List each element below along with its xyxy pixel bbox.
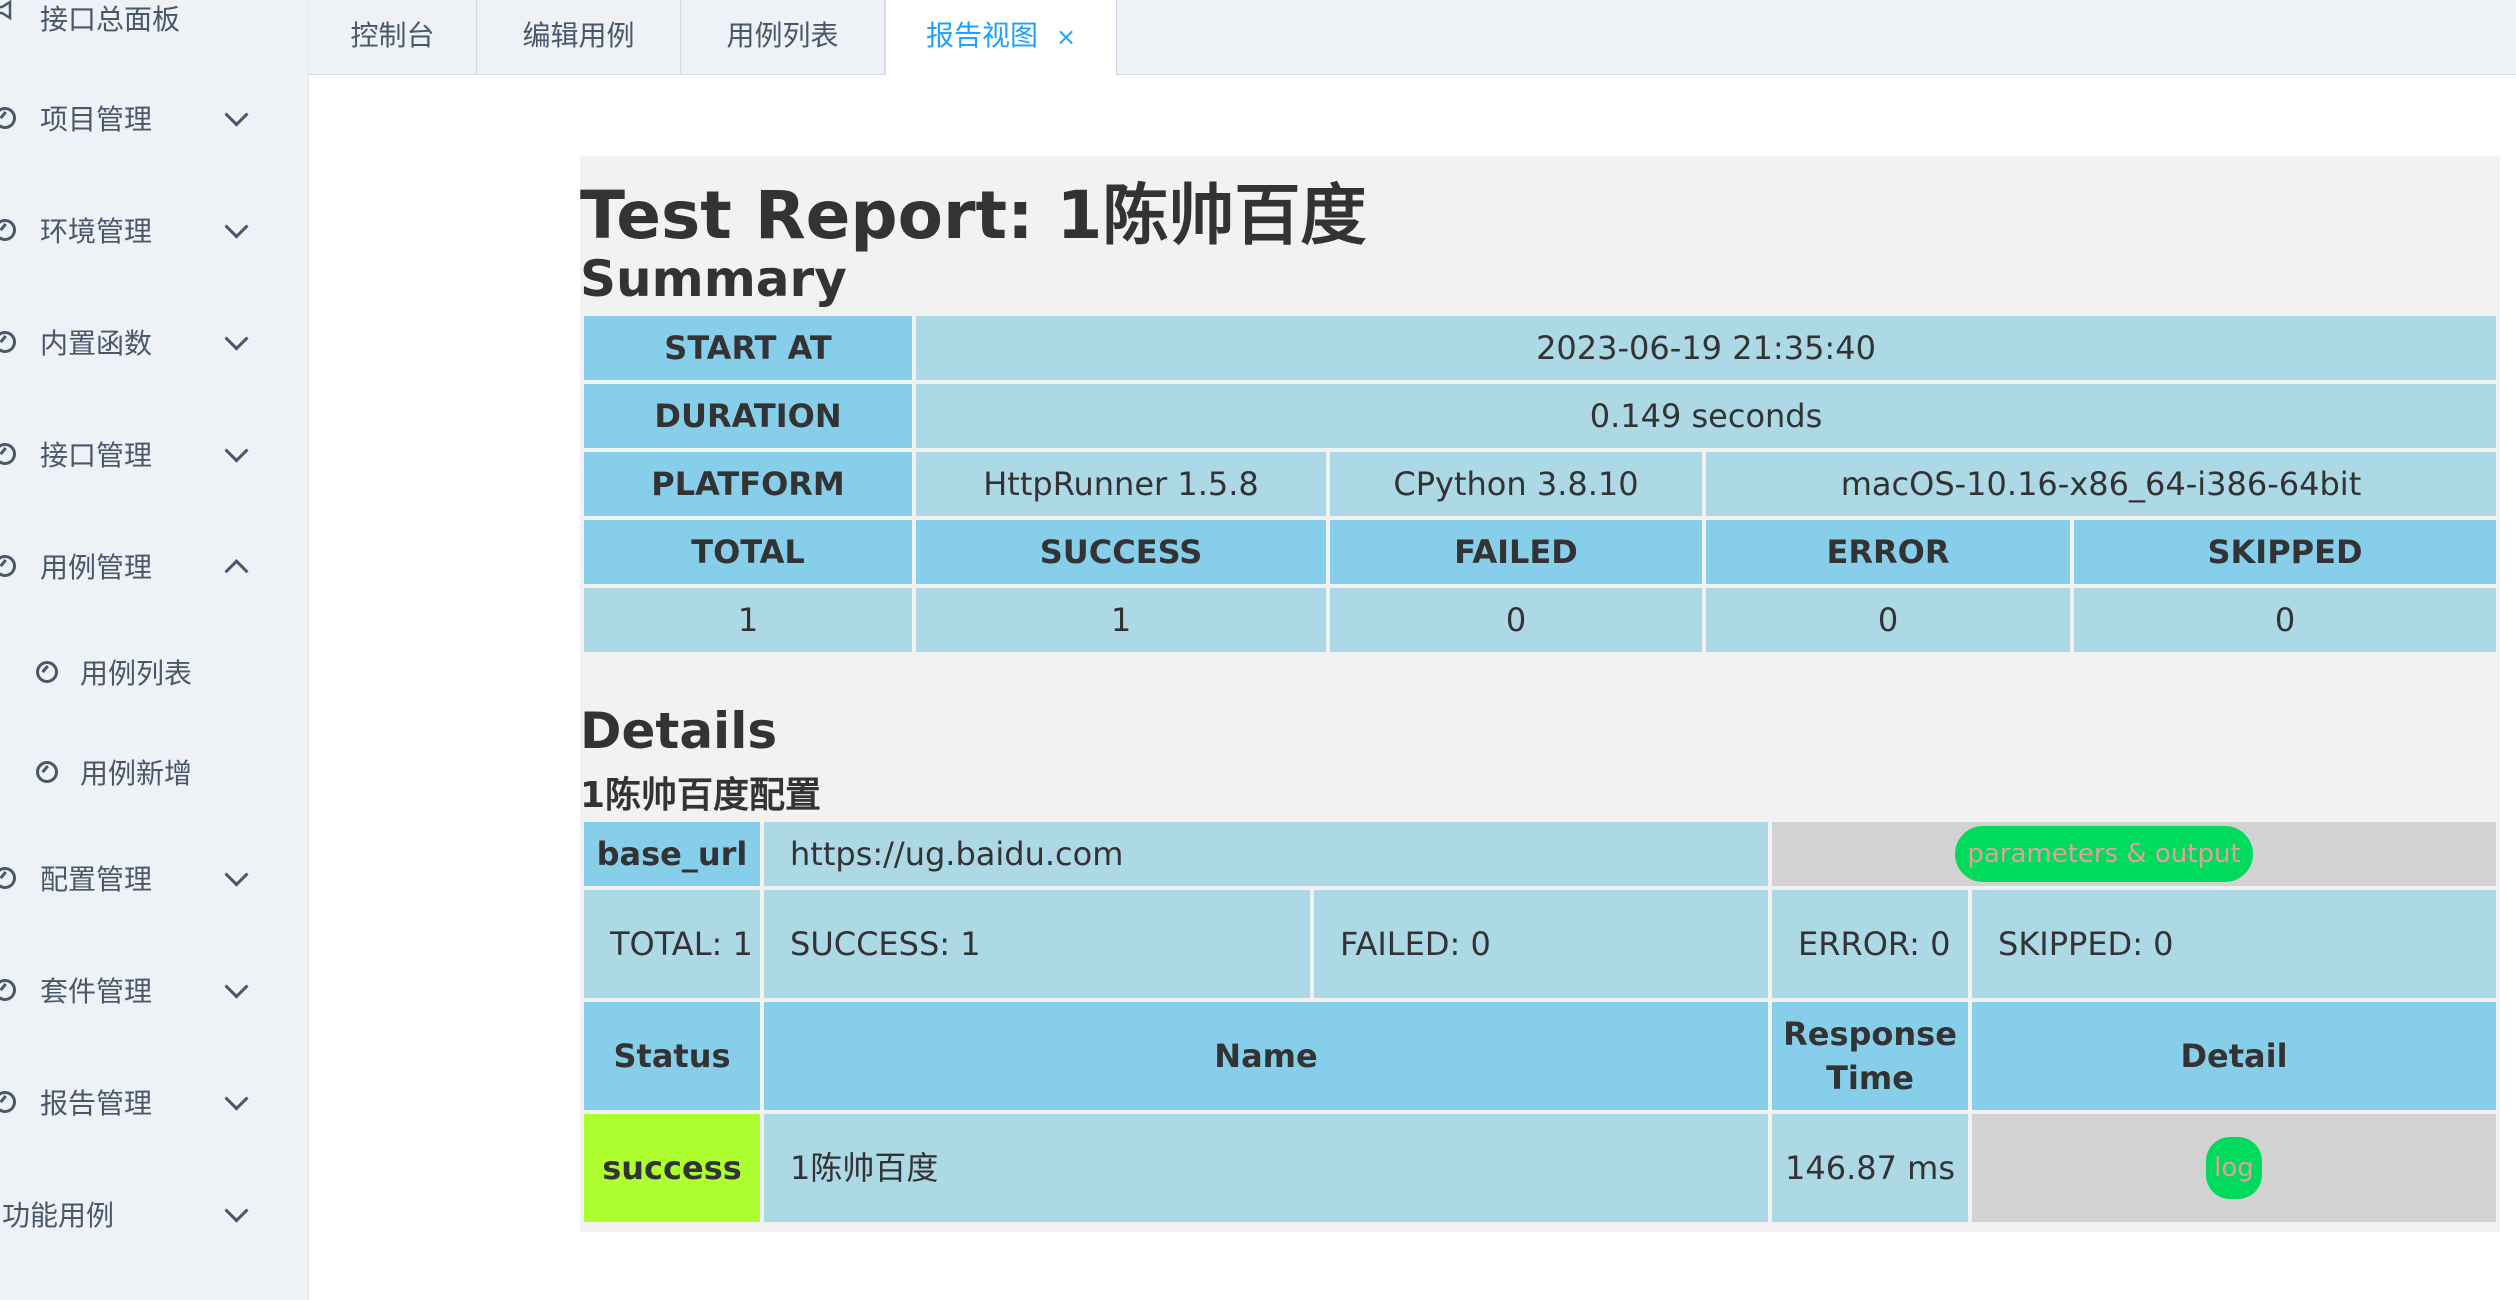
- compass-icon: [0, 867, 16, 889]
- tab-report-view[interactable]: 报告视图 ×: [885, 0, 1117, 76]
- platform-runner: HttpRunner 1.5.8: [916, 452, 1326, 516]
- sidebar-item-label: 功能用例: [2, 1199, 115, 1232]
- chevron-down-icon: [224, 974, 249, 999]
- sidebar-item-label: 用例列表: [80, 657, 193, 690]
- success-header: SUCCESS: [916, 520, 1326, 584]
- report-panel: Test Report: 1陈帅百度 Summary START AT 2023…: [580, 156, 2500, 1232]
- base-url-value: https://ug.baidu.com: [764, 822, 1768, 886]
- error-header: ERROR: [1706, 520, 2070, 584]
- detail-total: TOTAL: 1: [584, 890, 760, 998]
- chevron-down-icon: [224, 102, 249, 127]
- tab-label: 报告视图: [925, 19, 1038, 52]
- tab-label: 编辑用例: [522, 19, 635, 52]
- error-value: 0: [1706, 588, 2070, 652]
- tab-bar: 控制台 编辑用例 用例列表 报告视图 ×: [309, 0, 2516, 76]
- sidebar-item-api[interactable]: 接口管理: [0, 398, 308, 510]
- summary-heading: Summary: [580, 250, 847, 308]
- chevron-down-icon: [224, 862, 249, 887]
- sidebar-item-project[interactable]: 项目管理: [0, 62, 308, 174]
- chevron-down-icon: [224, 1086, 249, 1111]
- platform-python: CPython 3.8.10: [1330, 452, 1702, 516]
- platform-label: PLATFORM: [584, 452, 912, 516]
- params-cell: parameters & output: [1772, 822, 2496, 886]
- start-at-value: 2023-06-19 21:35:40: [916, 316, 2496, 380]
- compass-icon: [0, 443, 16, 465]
- response-time-value: 146.87 ms: [1772, 1114, 1968, 1222]
- total-value: 1: [584, 588, 912, 652]
- compass-icon: [0, 107, 16, 129]
- sidebar-item-label: 用例管理: [40, 551, 153, 584]
- close-icon[interactable]: ×: [1056, 23, 1076, 51]
- total-header: TOTAL: [584, 520, 912, 584]
- detail-column-header: Detail: [1972, 1002, 2496, 1110]
- sidebar-item-label: 项目管理: [40, 103, 153, 136]
- sidebar-item-label: 套件管理: [40, 975, 153, 1008]
- chevron-down-icon: [224, 326, 249, 351]
- sidebar-item-builtin-functions[interactable]: 内置函数: [0, 286, 308, 398]
- compass-icon: [0, 1091, 16, 1113]
- report-title: Test Report: 1陈帅百度: [580, 177, 1367, 254]
- tab-testcase-list[interactable]: 用例列表: [681, 0, 885, 74]
- megaphone-icon: [0, 0, 12, 20]
- sidebar-item-suite[interactable]: 套件管理: [0, 934, 308, 1046]
- success-value: 1: [916, 588, 1326, 652]
- sidebar-item-label: 环境管理: [40, 215, 153, 248]
- compass-icon: [0, 555, 16, 577]
- name-column-header: Name: [764, 1002, 1768, 1110]
- detail-success: SUCCESS: 1: [764, 890, 1310, 998]
- sidebar-item-environment[interactable]: 环境管理: [0, 174, 308, 286]
- duration-label: DURATION: [584, 384, 912, 448]
- sidebar-item-label: 接口管理: [40, 439, 153, 472]
- chevron-up-icon: [224, 559, 249, 584]
- failed-value: 0: [1330, 588, 1702, 652]
- sidebar-subitem-testcase-add[interactable]: 用例新增: [0, 716, 308, 828]
- sidebar-subitem-testcase-list[interactable]: 用例列表: [0, 616, 308, 728]
- chevron-down-icon: [224, 214, 249, 239]
- compass-icon: [0, 979, 16, 1001]
- compass-icon: [36, 661, 58, 683]
- config-name: 1陈帅百度配置: [580, 775, 822, 816]
- compass-icon: [0, 331, 16, 353]
- tab-edit-testcase[interactable]: 编辑用例: [477, 0, 681, 74]
- detail-failed: FAILED: 0: [1314, 890, 1768, 998]
- status-column-header: Status: [584, 1002, 760, 1110]
- failed-header: FAILED: [1330, 520, 1702, 584]
- sidebar-item-testcase[interactable]: 用例管理: [0, 510, 308, 622]
- sidebar-item-label: 接口总面板: [40, 3, 181, 36]
- sidebar: 接口总面板 项目管理 环境管理 内置函数 接口管理 用例管理 用例列表 用例新增…: [0, 0, 309, 1300]
- details-heading: Details: [580, 702, 778, 760]
- skipped-value: 0: [2074, 588, 2496, 652]
- parameters-output-button[interactable]: parameters & output: [1955, 826, 2253, 882]
- sidebar-item-report[interactable]: 报告管理: [0, 1046, 308, 1158]
- log-button[interactable]: log: [2206, 1137, 2262, 1199]
- sidebar-item-label: 内置函数: [40, 327, 153, 360]
- chevron-down-icon: [224, 1198, 249, 1223]
- detail-cell: log: [1972, 1114, 2496, 1222]
- start-at-label: START AT: [584, 316, 912, 380]
- tab-label: 控制台: [350, 19, 435, 52]
- tab-label: 用例列表: [726, 19, 839, 52]
- sidebar-item-label: 报告管理: [40, 1087, 153, 1120]
- sidebar-item-functional-cases[interactable]: 功能用例: [0, 1158, 308, 1270]
- response-time-column-header: Response Time: [1772, 1002, 1968, 1110]
- sidebar-item-config[interactable]: 配置管理: [0, 822, 308, 934]
- compass-icon: [36, 761, 58, 783]
- status-badge: success: [584, 1114, 760, 1222]
- detail-error: ERROR: 0: [1772, 890, 1968, 998]
- skipped-header: SKIPPED: [2074, 520, 2496, 584]
- tab-console[interactable]: 控制台: [309, 0, 477, 74]
- testcase-name: 1陈帅百度: [764, 1114, 1768, 1222]
- chevron-down-icon: [224, 438, 249, 463]
- platform-os: macOS-10.16-x86_64-i386-64bit: [1706, 452, 2496, 516]
- duration-value: 0.149 seconds: [916, 384, 2496, 448]
- base-url-label: base_url: [584, 822, 760, 886]
- detail-skipped: SKIPPED: 0: [1972, 890, 2496, 998]
- compass-icon: [0, 219, 16, 241]
- sidebar-item-label: 用例新增: [80, 757, 193, 790]
- sidebar-item-label: 配置管理: [40, 863, 153, 896]
